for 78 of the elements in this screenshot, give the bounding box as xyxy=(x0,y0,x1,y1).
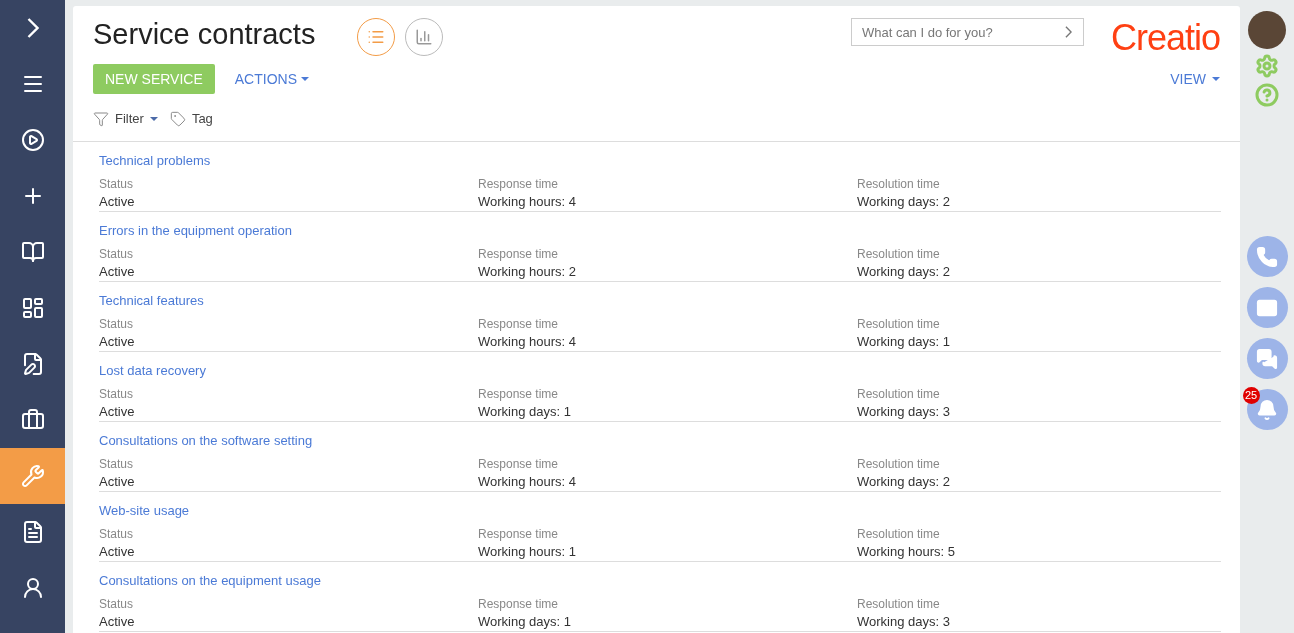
tag-icon xyxy=(169,110,186,127)
dashboard-icon xyxy=(20,296,45,320)
wrench-icon xyxy=(20,464,45,488)
record-title-link[interactable]: Consultations on the software setting xyxy=(99,433,313,448)
field-value: Working days: 1 xyxy=(478,403,572,421)
actions-button[interactable]: ACTIONS xyxy=(234,68,309,90)
phone-icon xyxy=(1256,245,1278,268)
field-value: Active xyxy=(99,333,136,351)
field-label: Resolution time xyxy=(857,526,941,542)
field-value: Working days: 1 xyxy=(857,333,951,351)
field-label: Response time xyxy=(478,316,560,332)
notification-count-badge: 25 xyxy=(1242,387,1260,404)
field-value: Working days: 1 xyxy=(478,613,572,631)
field-value: Active xyxy=(99,263,136,281)
field-value: Active xyxy=(99,403,136,421)
record-title-link[interactable]: Lost data recovery xyxy=(99,363,206,378)
field-value: Working hours: 1 xyxy=(478,543,578,561)
field-value: Working days: 2 xyxy=(857,193,951,211)
chat-icon xyxy=(1256,347,1278,370)
help-icon xyxy=(1255,83,1279,107)
field-value: Working hours: 5 xyxy=(857,543,957,561)
field-value: Working days: 2 xyxy=(857,263,951,281)
page-title: Service contracts xyxy=(93,17,316,52)
search-field[interactable]: What can I do for you? xyxy=(850,18,1084,46)
briefcase-icon xyxy=(20,408,45,432)
field-value: Working hours: 4 xyxy=(478,193,578,211)
chevron-right-icon xyxy=(1064,26,1072,38)
field-value: Working hours: 4 xyxy=(478,333,578,351)
record-title-link[interactable]: Web-site usage xyxy=(99,503,190,518)
record-title-link[interactable]: Consultations on the equipment usage xyxy=(99,573,321,588)
view-button[interactable]: VIEW xyxy=(1170,68,1220,90)
field-value: Working days: 2 xyxy=(857,473,951,491)
bell-icon xyxy=(1256,398,1278,421)
field-label: Response time xyxy=(478,596,560,612)
list-icon xyxy=(367,28,386,46)
record-title-link[interactable]: Technical problems xyxy=(99,153,211,168)
caret-icon xyxy=(149,116,158,121)
book-icon xyxy=(20,240,45,264)
avatar[interactable] xyxy=(1248,11,1286,49)
filter-icon xyxy=(93,110,109,127)
caret-icon xyxy=(301,77,309,81)
field-value: Active xyxy=(99,613,136,631)
field-value: Active xyxy=(99,193,136,211)
bar-chart-icon xyxy=(415,28,434,46)
field-label: Response time xyxy=(478,246,560,262)
field-label: Response time xyxy=(478,456,560,472)
field-label: Resolution time xyxy=(857,596,941,612)
field-label: Resolution time xyxy=(857,386,941,402)
field-label: Status xyxy=(99,246,135,262)
field-label: Status xyxy=(99,526,135,542)
field-value: Active xyxy=(99,473,136,491)
settings-icon xyxy=(1255,54,1279,78)
field-label: Resolution time xyxy=(857,456,941,472)
field-value: Working days: 3 xyxy=(857,403,951,421)
field-label: Status xyxy=(99,386,135,402)
field-value: Active xyxy=(99,543,136,561)
chevron-right-icon xyxy=(26,17,39,39)
field-label: Status xyxy=(99,316,135,332)
field-label: Response time xyxy=(478,386,560,402)
record-title-link[interactable]: Technical features xyxy=(99,293,204,308)
tag-button[interactable]: Tag xyxy=(169,108,213,129)
field-label: Status xyxy=(99,596,135,612)
play-icon xyxy=(20,128,45,152)
field-label: Status xyxy=(99,176,135,192)
field-label: Resolution time xyxy=(857,176,941,192)
caret-icon xyxy=(1212,77,1220,81)
field-label: Resolution time xyxy=(857,246,941,262)
field-label: Resolution time xyxy=(857,316,941,332)
communication-button[interactable] xyxy=(1246,389,1288,430)
record-title-link[interactable]: Errors in the equipment operation xyxy=(99,223,292,238)
field-value: Working hours: 2 xyxy=(478,263,578,281)
field-label: Response time xyxy=(478,176,560,192)
field-value: Working hours: 4 xyxy=(478,473,578,491)
filter-button[interactable]: Filter xyxy=(93,108,158,129)
field-label: Status xyxy=(99,456,135,472)
field-label: Response time xyxy=(478,526,560,542)
field-value: Working days: 3 xyxy=(857,613,951,631)
logo: Creatio xyxy=(1110,20,1220,56)
